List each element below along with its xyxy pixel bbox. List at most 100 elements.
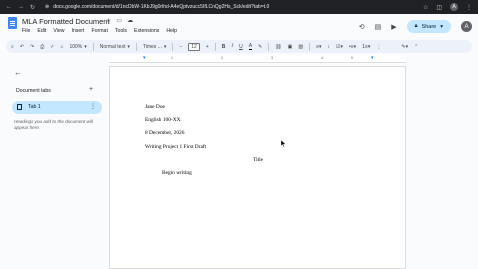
menu-edit[interactable]: Edit xyxy=(37,28,46,34)
page-line-assignment[interactable]: Writing Project 1 First Draft xyxy=(145,144,206,150)
font-size-input[interactable]: 12 xyxy=(188,42,200,51)
document-page[interactable]: Jane Doe English 100-XX 8 December, 2026… xyxy=(109,66,406,269)
paint-format-icon[interactable]: ⌂ xyxy=(60,44,63,50)
menubar: File Edit View Insert Format Tools Exten… xyxy=(22,28,177,34)
document-tabs-sidebar: ← Document tabs + Tab 1 ⋮ Headings you a… xyxy=(0,63,106,269)
docs-header: MLA Formatted Document ☆ ▭ ☁ File Edit V… xyxy=(0,14,478,38)
checklist-icon[interactable]: ☑▾ xyxy=(336,44,343,50)
browser-nav: ← → ↻ xyxy=(6,4,35,11)
sidebar-hint: Headings you add to the document will ap… xyxy=(14,119,93,130)
editing-mode-icon[interactable]: ✎▾ xyxy=(401,44,408,50)
divider xyxy=(268,42,270,51)
title-icons: ☆ ▭ ☁ xyxy=(106,17,133,24)
back-arrow-icon[interactable]: ← xyxy=(14,68,22,77)
style-select[interactable]: Normal text ▾ xyxy=(100,44,130,50)
line-spacing-icon[interactable]: ↕ xyxy=(328,44,331,50)
bulleted-list-icon[interactable]: •≡▾ xyxy=(349,44,356,50)
site-info-icon[interactable]: ⊜ xyxy=(45,4,49,10)
formatting-toolbar: ⌕ ↶ ↷ ⎙ ✓ ⌂ 100% ▾ Normal text ▾ Times ...… xyxy=(6,40,472,53)
browser-actions: ☆ ◫ A ⋮ xyxy=(423,3,472,11)
horizontal-ruler[interactable]: ▾ 1 2 3 4 5 ▾ xyxy=(109,55,406,63)
more-options-icon[interactable]: ⋮ xyxy=(376,44,381,50)
more-vert-icon[interactable]: ⋮ xyxy=(90,103,96,110)
font-value: Times ... xyxy=(142,43,162,50)
history-icon[interactable]: ⟲ xyxy=(359,23,365,31)
left-indent-marker-icon[interactable]: ▾ xyxy=(143,55,146,61)
docs-logo-icon[interactable] xyxy=(8,17,17,29)
browser-profile-avatar[interactable]: A xyxy=(450,3,458,11)
text-color-icon[interactable]: A xyxy=(248,43,253,50)
divider xyxy=(309,42,311,51)
sidebar-item-tab-1[interactable]: Tab 1 ⋮ xyxy=(12,101,102,114)
collapse-toolbar-icon[interactable]: ⌃ xyxy=(414,44,418,50)
menu-insert[interactable]: Insert xyxy=(71,28,84,34)
back-icon[interactable]: ← xyxy=(6,4,12,11)
meet-icon[interactable]: ▶ xyxy=(391,23,396,31)
insert-link-icon[interactable]: ⛓ xyxy=(275,44,281,50)
bookmark-star-icon[interactable]: ☆ xyxy=(423,4,428,11)
omnibox[interactable]: ⊜ docs.google.com/document/d/1ncDbW-1KbJ… xyxy=(45,4,269,10)
zoom-select[interactable]: 100% ▾ xyxy=(69,44,86,50)
add-tab-icon[interactable]: + xyxy=(89,86,93,93)
print-icon[interactable]: ⎙ xyxy=(40,44,44,50)
menu-format[interactable]: Format xyxy=(91,28,107,34)
page-line-name[interactable]: Jane Doe xyxy=(145,104,165,110)
page-line-course[interactable]: English 100-XX xyxy=(145,117,181,123)
italic-icon[interactable]: I xyxy=(231,44,233,49)
underline-icon[interactable]: U xyxy=(239,44,243,50)
search-menus-icon[interactable]: ⌕ xyxy=(11,44,14,50)
url-text[interactable]: docs.google.com/document/d/1ncDbW-1KbJ9g… xyxy=(53,4,269,10)
page-line-title[interactable]: Title xyxy=(253,157,263,163)
divider xyxy=(92,42,94,51)
header-actions: ⟲ ▤ ▶ 🔒︎ Share ▾ A xyxy=(359,20,472,33)
divider xyxy=(135,42,137,51)
menu-tools[interactable]: Tools xyxy=(115,28,127,34)
page-line-date[interactable]: 8 December, 2026 xyxy=(145,130,184,136)
sidebar-heading: Document tabs xyxy=(16,88,51,94)
menu-extensions[interactable]: Extensions xyxy=(134,28,159,34)
cloud-status-icon[interactable]: ☁ xyxy=(127,17,133,24)
mouse-cursor-icon xyxy=(281,140,286,147)
user-avatar[interactable]: A xyxy=(461,21,472,32)
align-icon[interactable]: ≡▾ xyxy=(316,44,321,50)
menu-help[interactable]: Help xyxy=(166,28,177,34)
share-button[interactable]: 🔒︎ Share ▾ xyxy=(406,20,451,33)
bold-icon[interactable]: B xyxy=(222,44,226,50)
decrease-font-size-icon[interactable]: − xyxy=(179,44,182,50)
insert-image-icon[interactable]: ▨ xyxy=(298,44,303,50)
increase-font-size-icon[interactable]: + xyxy=(206,44,209,50)
add-comment-icon[interactable]: ▣ xyxy=(288,44,293,50)
menu-view[interactable]: View xyxy=(53,28,64,34)
reload-icon[interactable]: ↻ xyxy=(30,4,35,11)
forward-icon[interactable]: → xyxy=(18,4,24,11)
tab-label: Tab 1 xyxy=(28,104,41,110)
ruler-mark: 5 xyxy=(351,56,353,60)
chevron-down-icon: ▾ xyxy=(163,43,167,50)
browser-menu-icon[interactable]: ⋮ xyxy=(466,4,472,11)
numbered-list-icon[interactable]: 1≡▾ xyxy=(362,44,370,50)
comments-icon[interactable]: ▤ xyxy=(375,23,382,31)
right-indent-marker-icon[interactable]: ▾ xyxy=(371,55,374,61)
lock-icon: 🔒︎ xyxy=(414,23,418,29)
page-line-body[interactable]: Begin writing xyxy=(162,170,192,176)
chevron-down-icon: ▾ xyxy=(127,43,130,50)
divider xyxy=(214,42,216,51)
spellcheck-icon[interactable]: ✓ xyxy=(50,44,54,50)
star-icon[interactable]: ☆ xyxy=(106,17,111,24)
style-value: Normal text xyxy=(99,43,126,50)
redo-icon[interactable]: ↷ xyxy=(30,44,34,50)
menu-file[interactable]: File xyxy=(22,28,30,34)
document-title[interactable]: MLA Formatted Document xyxy=(22,17,110,26)
font-select[interactable]: Times ... ▾ xyxy=(143,44,167,50)
chevron-down-icon: ▾ xyxy=(84,43,87,50)
zoom-value: 100% xyxy=(69,43,83,50)
undo-icon[interactable]: ↶ xyxy=(20,44,24,50)
extensions-icon[interactable]: ◫ xyxy=(436,4,442,11)
document-tab-icon xyxy=(17,104,22,110)
divider xyxy=(172,42,174,51)
ruler-mark: 3 xyxy=(271,56,273,60)
share-label: Share xyxy=(421,23,437,30)
chevron-down-icon: ▾ xyxy=(440,23,443,30)
highlight-icon[interactable]: ✎ xyxy=(258,44,262,50)
move-folder-icon[interactable]: ▭ xyxy=(116,17,122,24)
